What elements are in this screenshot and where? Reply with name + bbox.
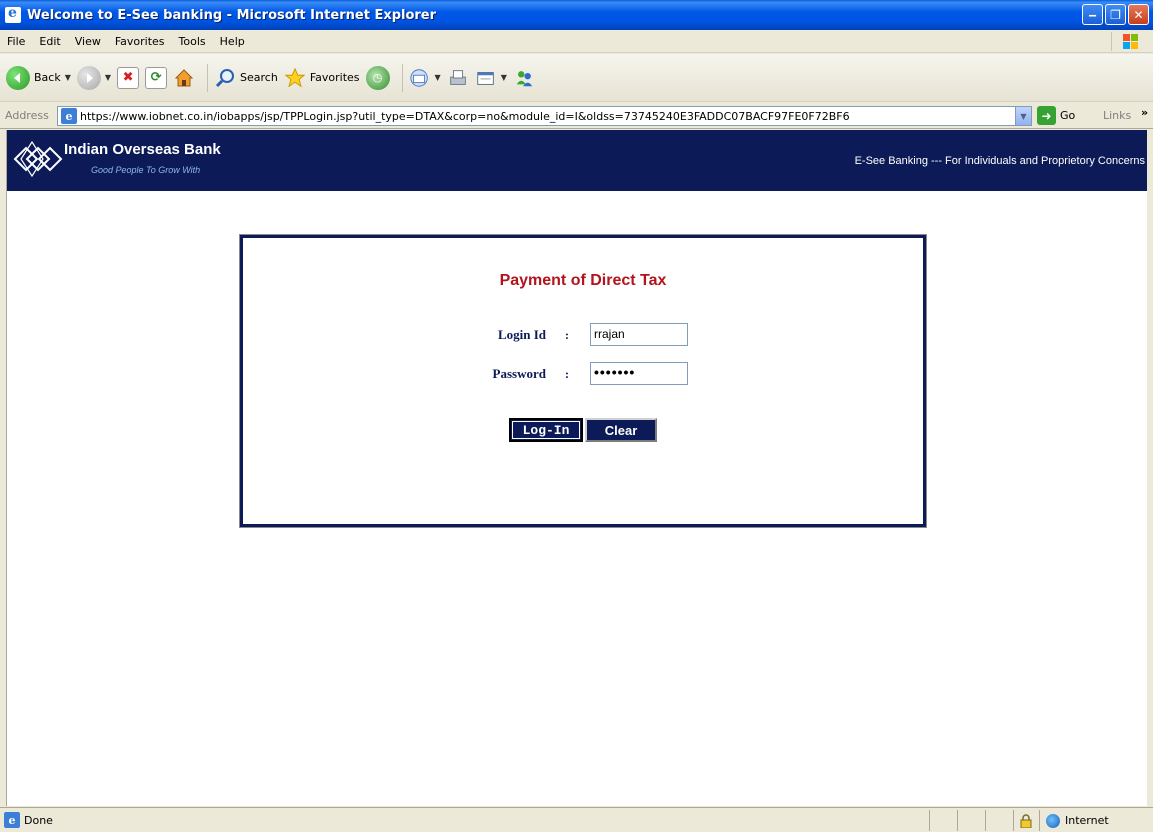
refresh-icon: ⟳ bbox=[145, 66, 168, 89]
home-button[interactable] bbox=[173, 60, 195, 96]
search-icon bbox=[214, 67, 236, 89]
stop-button[interactable]: ✖ bbox=[117, 60, 140, 96]
minimize-button[interactable]: ‒ bbox=[1082, 4, 1103, 25]
toolbar-separator bbox=[207, 63, 209, 92]
print-button[interactable] bbox=[447, 60, 469, 96]
bank-tagline: Good People To Grow With bbox=[91, 165, 201, 175]
mail-icon bbox=[409, 67, 431, 89]
menu-edit[interactable]: Edit bbox=[32, 35, 67, 48]
messenger-button[interactable] bbox=[513, 60, 535, 96]
login-id-row: Login Id : rrajan bbox=[243, 323, 923, 347]
login-title: Payment of Direct Tax bbox=[499, 272, 667, 289]
zone-pane[interactable]: Internet bbox=[1039, 810, 1153, 831]
menu-help[interactable]: Help bbox=[213, 35, 252, 48]
title-bar: Welcome to E-See banking - Microsoft Int… bbox=[0, 0, 1153, 30]
favorites-button[interactable]: Favorites bbox=[284, 60, 360, 96]
menu-tools[interactable]: Tools bbox=[172, 35, 213, 48]
standard-toolbar: Back ▼ ▼ ✖ ⟳ Search Favorites ◷ ▼ ▼ bbox=[0, 54, 1153, 102]
forward-button[interactable]: ▼ bbox=[76, 60, 111, 96]
status-pane bbox=[957, 810, 985, 831]
clear-button[interactable]: Clear bbox=[585, 418, 657, 442]
bank-header: Indian Overseas Bank Good People To Grow… bbox=[7, 130, 1147, 191]
page-content: Indian Overseas Bank Good People To Grow… bbox=[6, 130, 1147, 806]
status-text: Done bbox=[24, 813, 53, 827]
go-button[interactable]: ➜ Go bbox=[1037, 106, 1075, 125]
print-icon bbox=[447, 67, 469, 89]
maximize-icon: ❐ bbox=[1110, 7, 1121, 22]
links-label[interactable]: Links bbox=[1103, 109, 1131, 122]
back-arrow-icon bbox=[6, 65, 30, 90]
maximize-button[interactable]: ❐ bbox=[1105, 4, 1126, 25]
minimize-icon: ‒ bbox=[1088, 7, 1097, 22]
menu-file[interactable]: File bbox=[0, 35, 32, 48]
ssl-pane[interactable] bbox=[1013, 810, 1039, 831]
search-label: Search bbox=[240, 71, 278, 84]
password-row: Password : ••••••• bbox=[243, 362, 923, 386]
bank-logo-icon bbox=[13, 140, 63, 178]
menu-bar: File Edit View Favorites Tools Help bbox=[0, 30, 1153, 53]
search-button[interactable]: Search bbox=[214, 60, 278, 96]
back-dropdown-icon[interactable]: ▼ bbox=[65, 73, 71, 82]
window-title: Welcome to E-See banking - Microsoft Int… bbox=[27, 7, 437, 23]
internet-zone-icon bbox=[1046, 813, 1060, 828]
status-bar: e Done Internet bbox=[0, 807, 1153, 832]
status-panes: Internet bbox=[929, 810, 1153, 831]
page-status-icon: e bbox=[4, 812, 20, 828]
history-icon: ◷ bbox=[365, 65, 390, 90]
close-button[interactable]: ✕ bbox=[1128, 4, 1149, 25]
history-button[interactable]: ◷ bbox=[365, 60, 390, 96]
back-label: Back bbox=[34, 71, 61, 84]
windows-flag-icon bbox=[1123, 34, 1139, 49]
edit-button[interactable]: ▼ bbox=[475, 60, 507, 96]
stop-icon: ✖ bbox=[117, 66, 140, 89]
mail-dropdown-icon[interactable]: ▼ bbox=[435, 73, 441, 82]
ie-window-icon[interactable] bbox=[5, 5, 21, 23]
address-field[interactable]: e https://www.iobnet.co.in/iobapps/jsp/T… bbox=[57, 106, 1032, 126]
messenger-icon bbox=[513, 67, 535, 89]
password-label: Password bbox=[492, 366, 546, 381]
windows-logo-area bbox=[1111, 32, 1149, 51]
toolbar-separator bbox=[401, 63, 403, 92]
edit-icon bbox=[475, 67, 497, 89]
bank-name: Indian Overseas Bank bbox=[64, 141, 221, 158]
address-dropdown-icon[interactable]: ▼ bbox=[1015, 107, 1031, 125]
address-url[interactable]: https://www.iobnet.co.in/iobapps/jsp/TPP… bbox=[80, 110, 850, 123]
login-id-colon: : bbox=[565, 328, 569, 342]
password-colon: : bbox=[565, 367, 569, 381]
login-button[interactable]: Log-In bbox=[509, 418, 583, 442]
forward-arrow-icon bbox=[76, 65, 101, 90]
address-bar: Address e https://www.iobnet.co.in/iobap… bbox=[0, 103, 1153, 129]
login-panel: Payment of Direct Tax Login Id : rrajan … bbox=[239, 234, 927, 528]
go-label: Go bbox=[1060, 109, 1076, 122]
close-icon: ✕ bbox=[1133, 7, 1144, 22]
bank-service-text: E-See Banking --- For Individuals and Pr… bbox=[854, 155, 1145, 167]
menu-favorites[interactable]: Favorites bbox=[108, 35, 172, 48]
mail-button[interactable]: ▼ bbox=[409, 60, 441, 96]
edit-dropdown-icon[interactable]: ▼ bbox=[501, 73, 507, 82]
address-label: Address bbox=[5, 109, 49, 122]
status-pane bbox=[985, 810, 1013, 831]
favorites-star-icon bbox=[284, 67, 306, 89]
zone-label: Internet bbox=[1065, 814, 1109, 827]
home-icon bbox=[173, 67, 195, 89]
page-icon: e bbox=[61, 108, 77, 124]
status-pane bbox=[929, 810, 957, 831]
login-id-input[interactable]: rrajan bbox=[590, 323, 688, 346]
menu-view[interactable]: View bbox=[68, 35, 108, 48]
lock-icon bbox=[1020, 813, 1032, 828]
favorites-label: Favorites bbox=[309, 71, 360, 84]
refresh-button[interactable]: ⟳ bbox=[145, 60, 168, 96]
login-id-label: Login Id bbox=[497, 327, 546, 342]
links-chevron-icon[interactable]: » bbox=[1141, 106, 1148, 119]
back-button[interactable]: Back ▼ bbox=[6, 60, 71, 96]
forward-dropdown-icon[interactable]: ▼ bbox=[105, 73, 111, 82]
window-controls: ‒ ❐ ✕ bbox=[1082, 4, 1149, 25]
login-buttons: Log-In Clear bbox=[243, 418, 923, 442]
go-arrow-icon: ➜ bbox=[1037, 106, 1056, 125]
password-input[interactable]: ••••••• bbox=[590, 362, 688, 385]
